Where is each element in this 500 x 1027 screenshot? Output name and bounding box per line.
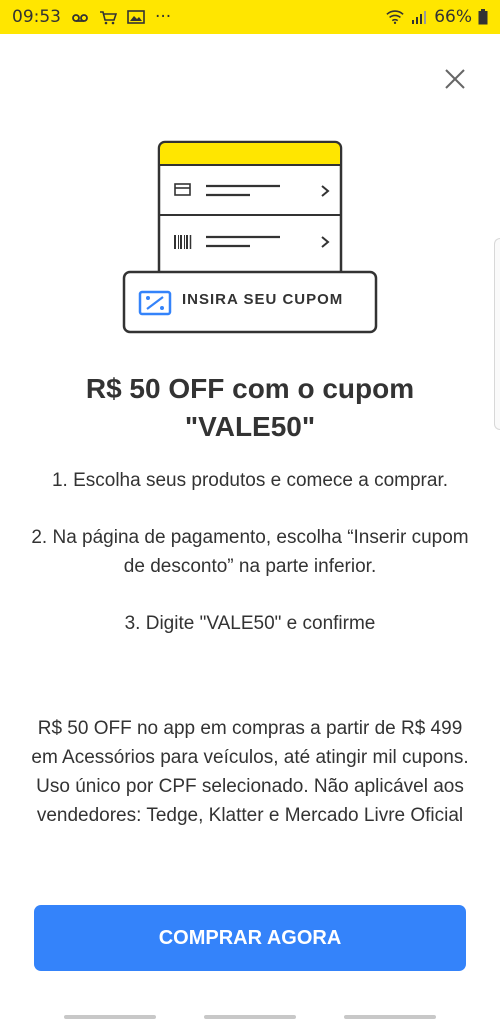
battery-percentage: 66%: [434, 7, 472, 27]
promo-title-line2: "VALE50": [184, 411, 316, 442]
signal-icon: [412, 11, 427, 24]
step-1: 1. Escolha seus produtos e comece a comp…: [51, 470, 449, 491]
status-bar: 09:53 ··· 66%: [0, 0, 500, 34]
promo-title-line1: R$ 50 OFF com o cupom: [85, 373, 415, 404]
coupon-illustration: [122, 140, 378, 334]
buy-now-button[interactable]: COMPRAR AGORA: [34, 905, 466, 971]
nav-recents-button[interactable]: [64, 1015, 156, 1019]
terms-text: R$ 50 OFF no app em compras a partir de …: [31, 718, 469, 826]
gallery-icon: [127, 10, 145, 24]
nav-back-button[interactable]: [344, 1015, 436, 1019]
instructions: 1. Escolha seus produtos e comece a comp…: [30, 466, 470, 666]
close-button[interactable]: [440, 64, 470, 94]
close-icon: [445, 69, 465, 89]
nav-home-button[interactable]: [204, 1015, 296, 1019]
coupon-input-label: INSIRA SEU CUPOM: [182, 291, 344, 308]
voicemail-icon: [72, 14, 88, 22]
status-time: 09:53: [12, 7, 61, 27]
battery-icon: [478, 9, 488, 25]
more-notifications: ···: [155, 7, 172, 27]
wifi-icon: [386, 10, 404, 25]
promo-title: R$ 50 OFF com o cupom "VALE50": [20, 370, 480, 446]
navigation-bar: [0, 1005, 500, 1027]
side-panel-handle[interactable]: [494, 238, 500, 430]
cart-notification-icon: [100, 11, 117, 25]
step-3: 3. Digite "VALE50" e confirme: [124, 613, 376, 634]
step-2: 2. Na página de pagamento, escolha “Inse…: [31, 527, 469, 577]
